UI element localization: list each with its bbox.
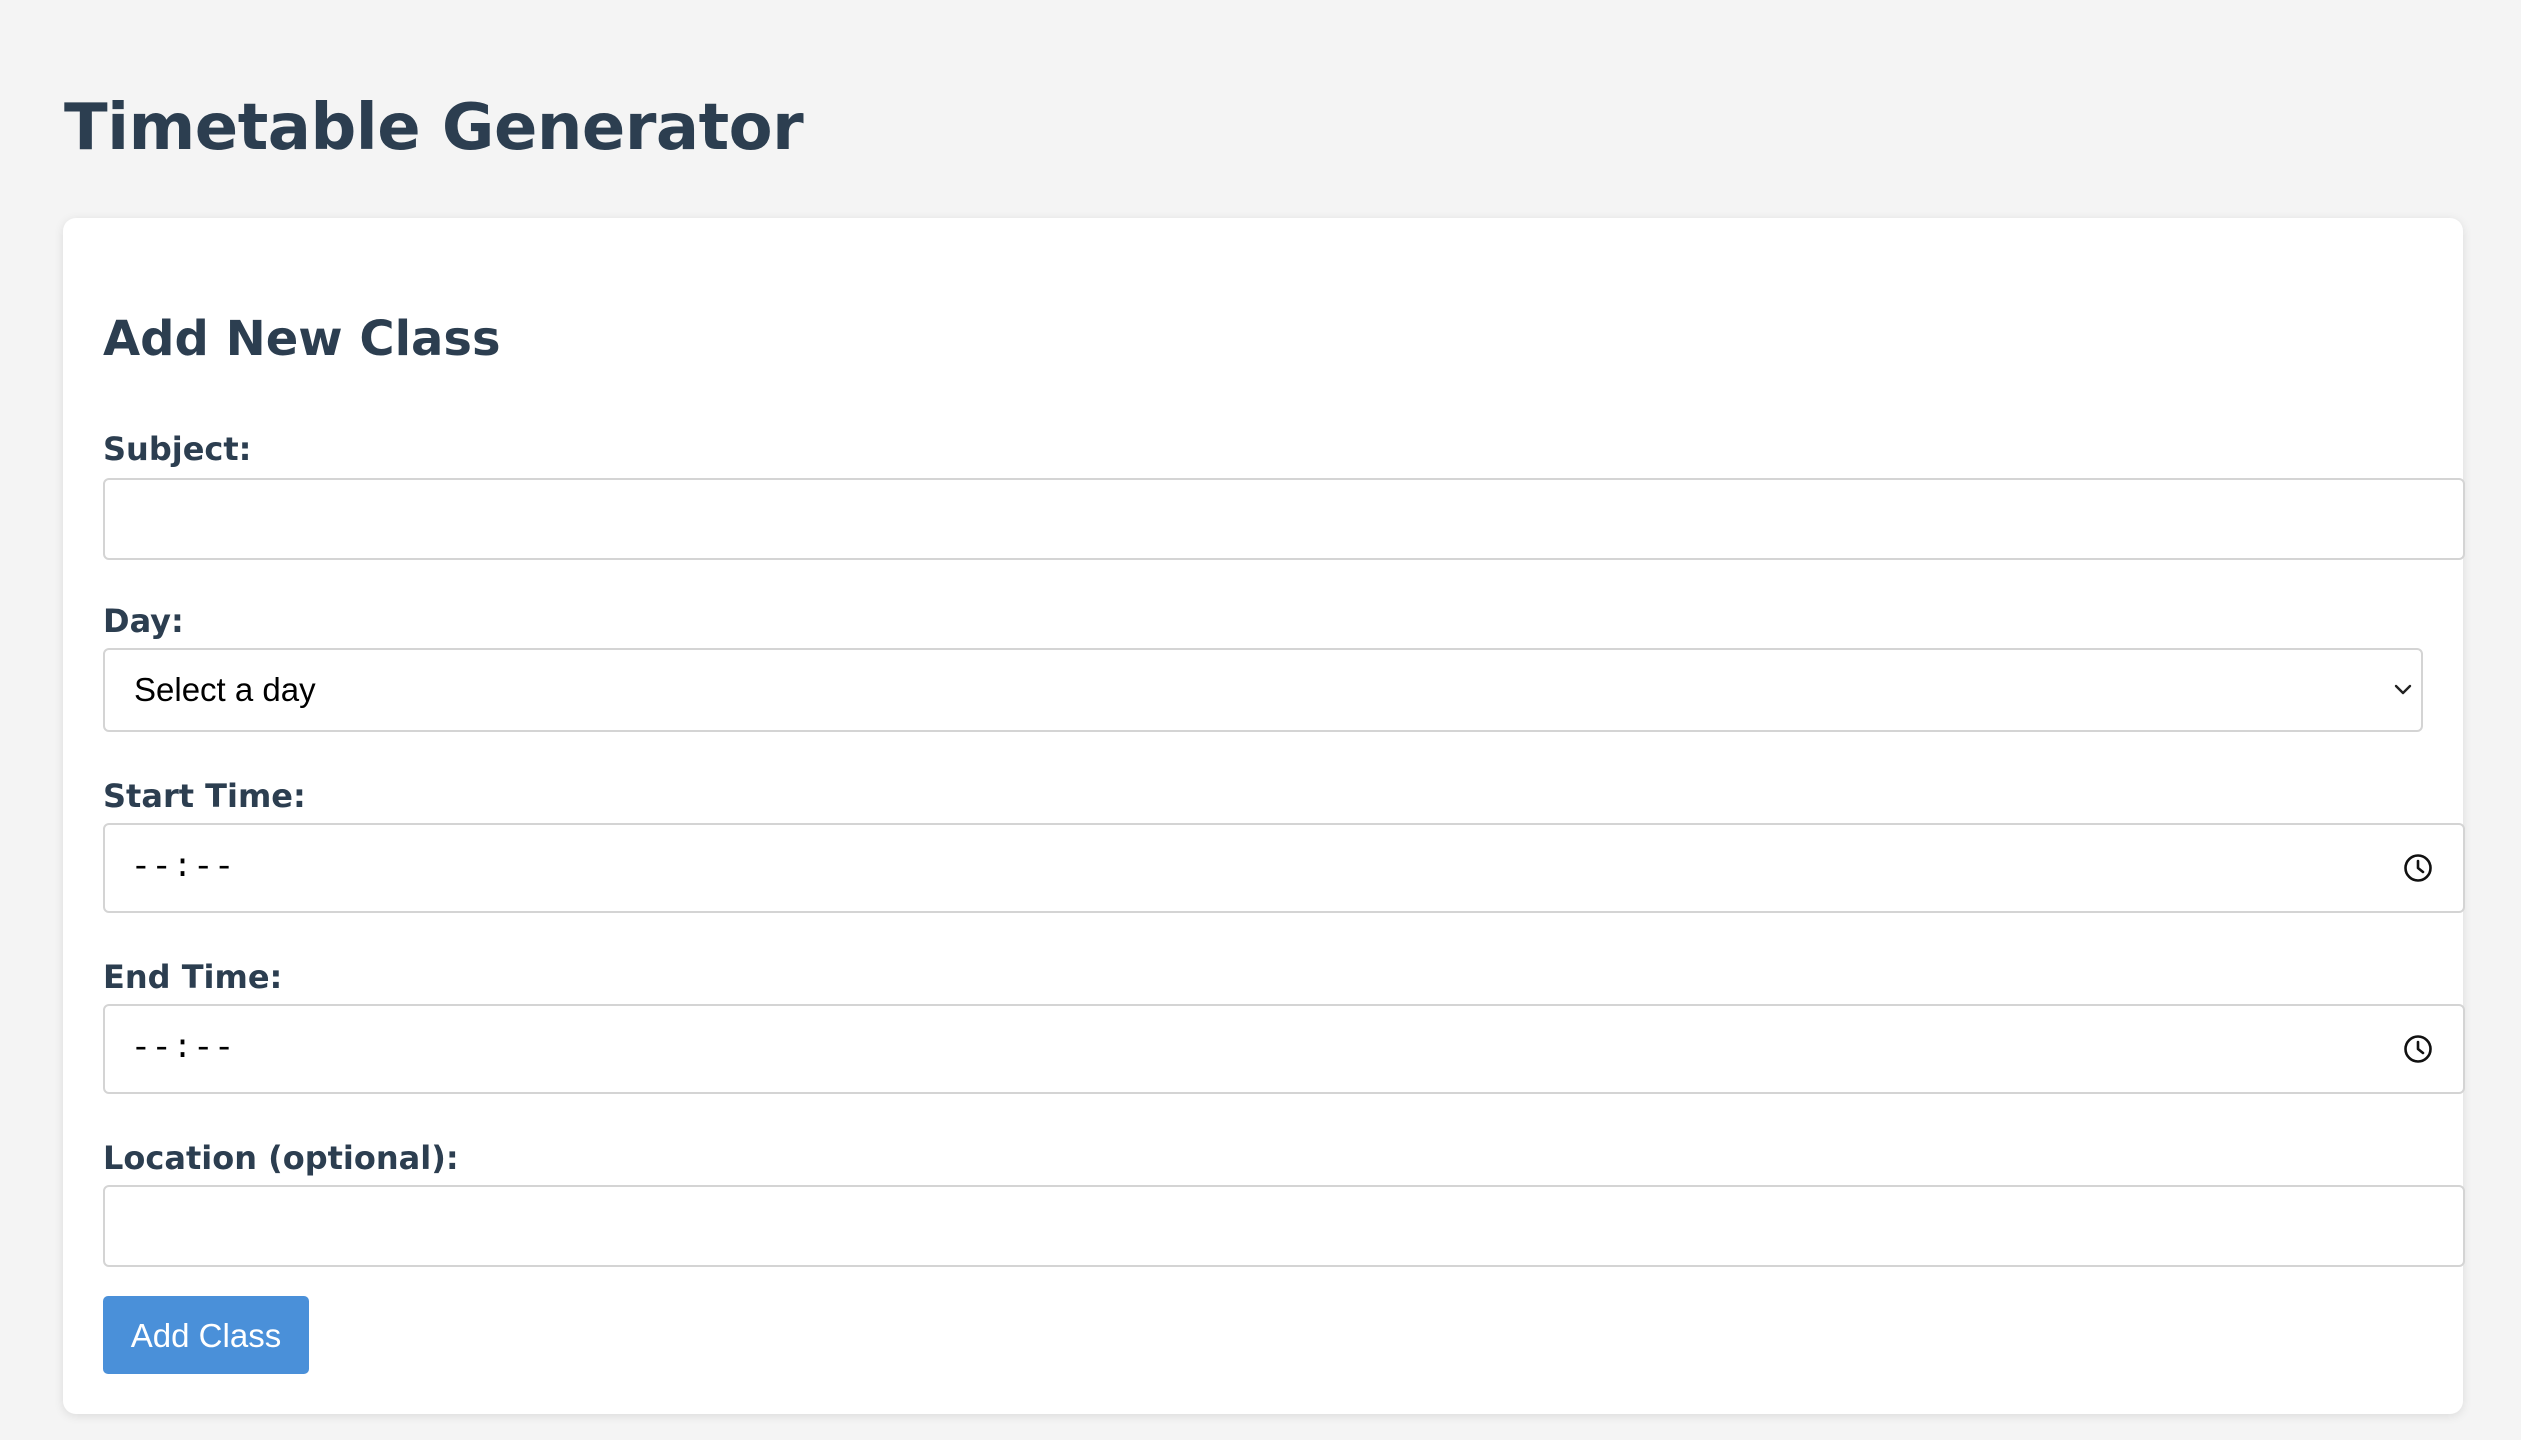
clock-icon[interactable] bbox=[2401, 1032, 2435, 1066]
location-label: Location (optional): bbox=[103, 1139, 459, 1177]
day-select-value: Select a day bbox=[134, 671, 316, 708]
subject-label: Subject: bbox=[103, 430, 252, 468]
day-label: Day: bbox=[103, 602, 184, 640]
chevron-down-icon bbox=[2394, 684, 2412, 695]
day-select[interactable]: Select a day bbox=[103, 648, 2423, 732]
end-time-input[interactable]: --:-- bbox=[103, 1004, 2465, 1094]
end-time-label: End Time: bbox=[103, 958, 283, 996]
location-input[interactable] bbox=[103, 1185, 2465, 1267]
add-class-form-card: Add New Class Subject: Day: Select a day… bbox=[63, 218, 2465, 1414]
end-time-value: --:-- bbox=[131, 1030, 236, 1067]
add-class-button[interactable]: Add Class bbox=[103, 1296, 309, 1374]
start-time-label: Start Time: bbox=[103, 777, 306, 815]
section-title: Add New Class bbox=[103, 311, 501, 367]
start-time-input[interactable]: --:-- bbox=[103, 823, 2465, 913]
subject-input[interactable] bbox=[103, 478, 2465, 560]
clock-icon[interactable] bbox=[2401, 851, 2435, 885]
page-title: Timetable Generator bbox=[64, 91, 804, 165]
page: Timetable Generator Add New Class Subjec… bbox=[0, 0, 2521, 1440]
start-time-value: --:-- bbox=[131, 849, 236, 886]
